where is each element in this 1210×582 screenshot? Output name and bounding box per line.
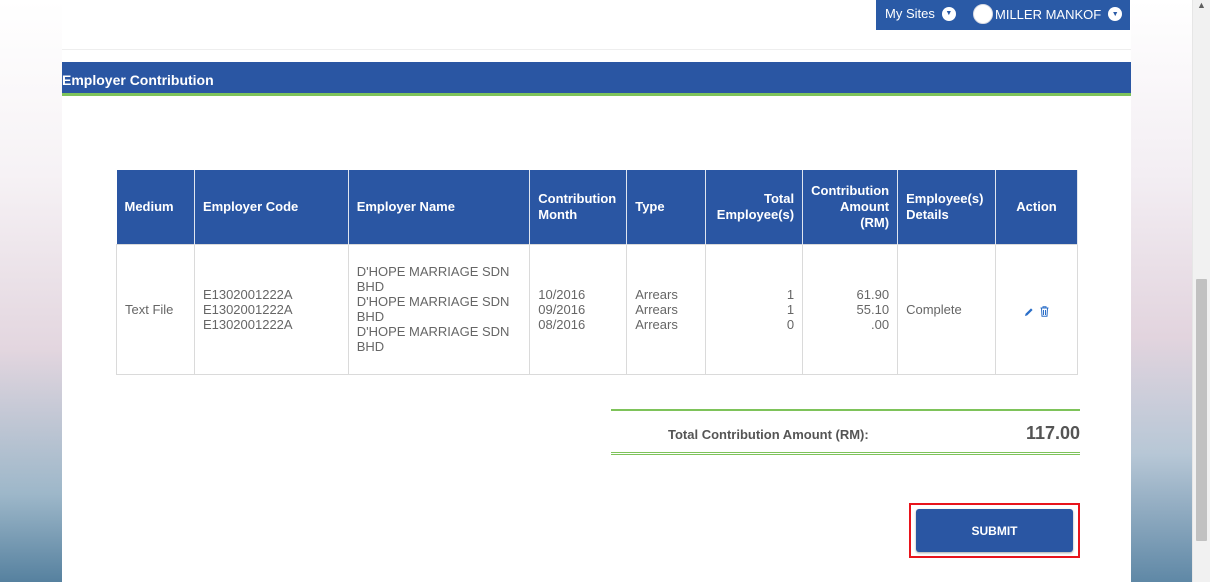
contribution-type: Arrears <box>635 316 678 332</box>
contribution-month: 08/2016 <box>538 316 586 332</box>
total-contribution-box: Total Contribution Amount (RM): 117.00 <box>611 409 1080 455</box>
pencil-edit-icon[interactable] <box>1024 305 1034 317</box>
col-header-employee-details-line: Employee(s) <box>906 190 984 206</box>
col-header-contribution-amount: Contribution Amount (RM) <box>802 170 899 244</box>
employer-name-line: D'HOPE MARRIAGE SDN <box>356 324 510 339</box>
col-header-total-employees-line: Total <box>764 190 795 206</box>
table-header-row: Medium Employer Code Employer Name Contr… <box>116 170 1078 244</box>
col-header-contribution-month-line: Contribution <box>538 190 617 206</box>
my-sites-menu[interactable]: My Sites ▼ <box>885 6 956 21</box>
contribution-month: 09/2016 <box>538 301 586 317</box>
col-header-contribution-amount-line: Contribution <box>811 182 890 198</box>
col-header-contribution-amount-line: (RM) <box>860 214 890 230</box>
cell-employee-details: Complete <box>897 243 997 375</box>
scroll-up-arrow-icon[interactable]: ▲ <box>1197 0 1206 10</box>
col-header-contribution-month-line: Month <box>538 206 578 222</box>
vertical-scrollbar[interactable]: ▲ <box>1192 0 1210 582</box>
col-header-medium: Medium <box>116 170 195 244</box>
scrollbar-thumb[interactable] <box>1196 279 1207 541</box>
cell-total-employees: 1 1 0 <box>705 243 804 375</box>
employee-count: 0 <box>786 316 795 332</box>
col-header-total-employees: Total Employee(s) <box>705 170 804 244</box>
col-header-contribution-amount-line: Amount <box>839 198 890 214</box>
cell-contribution-amounts: 61.90 55.10 .00 <box>802 243 899 375</box>
employer-name-line: BHD <box>356 279 385 294</box>
contribution-amount: 55.10 <box>856 301 890 317</box>
employer-name-line: BHD <box>356 339 385 354</box>
employer-name-line: D'HOPE MARRIAGE SDN <box>356 264 510 279</box>
my-sites-label: My Sites <box>885 6 935 21</box>
avatar <box>973 4 993 24</box>
table-row: Text File E1302001222A E1302001222A E130… <box>116 243 1078 375</box>
chevron-down-icon[interactable]: ▼ <box>941 6 956 21</box>
employer-code: E1302001222A <box>202 301 293 317</box>
submit-button[interactable]: SUBMIT <box>916 509 1073 552</box>
employer-code: E1302001222A <box>202 286 293 302</box>
col-header-employee-details-line: Details <box>906 206 949 222</box>
chevron-down-icon[interactable]: ▼ <box>1108 7 1123 21</box>
contribution-amount: .00 <box>871 316 890 332</box>
col-header-action: Action <box>995 170 1078 244</box>
total-label: Total Contribution Amount (RM): <box>668 427 869 442</box>
cell-medium: Text File <box>116 243 195 375</box>
employer-name-line: BHD <box>356 309 385 324</box>
col-header-type: Type <box>626 170 707 244</box>
user-bar: My Sites ▼ MILLER MANKOF ▼ <box>876 0 1130 30</box>
trash-delete-icon[interactable] <box>1040 305 1049 317</box>
contribution-month: 10/2016 <box>538 286 586 302</box>
main-content: My Sites ▼ MILLER MANKOF ▼ Employer Cont… <box>62 0 1131 582</box>
cell-types: Arrears Arrears Arrears <box>626 243 707 375</box>
cell-contribution-months: 10/2016 09/2016 08/2016 <box>529 243 628 375</box>
employer-code: E1302001222A <box>202 316 293 332</box>
submit-highlight: SUBMIT <box>909 503 1080 558</box>
cell-employer-names: D'HOPE MARRIAGE SDN BHD D'HOPE MARRIAGE … <box>347 243 531 375</box>
contribution-table: Medium Employer Code Employer Name Contr… <box>116 170 1078 375</box>
contribution-amount: 61.90 <box>856 286 890 302</box>
col-header-total-employees-line: Employee(s) <box>716 206 795 222</box>
contribution-type: Arrears <box>635 286 678 302</box>
cell-employer-codes: E1302001222A E1302001222A E1302001222A <box>193 243 349 375</box>
total-value: 117.00 <box>1025 423 1080 443</box>
col-header-employer-code: Employer Code <box>194 170 349 244</box>
employee-count: 1 <box>786 301 795 317</box>
cell-action <box>995 243 1078 375</box>
contribution-type: Arrears <box>635 301 678 317</box>
col-header-employee-details: Employee(s) Details <box>897 170 997 244</box>
section-header: Employer Contribution <box>62 62 1131 96</box>
user-menu[interactable]: MILLER MANKOF ▼ <box>973 4 1123 24</box>
col-header-employer-name: Employer Name <box>348 170 531 244</box>
page-background-right <box>1131 0 1192 582</box>
employer-name-line: D'HOPE MARRIAGE SDN <box>356 294 510 309</box>
employee-count: 1 <box>786 286 795 302</box>
user-name: MILLER MANKOF <box>995 6 1102 22</box>
col-header-contribution-month: Contribution Month <box>529 170 628 244</box>
section-title: Employer Contribution <box>62 72 214 88</box>
